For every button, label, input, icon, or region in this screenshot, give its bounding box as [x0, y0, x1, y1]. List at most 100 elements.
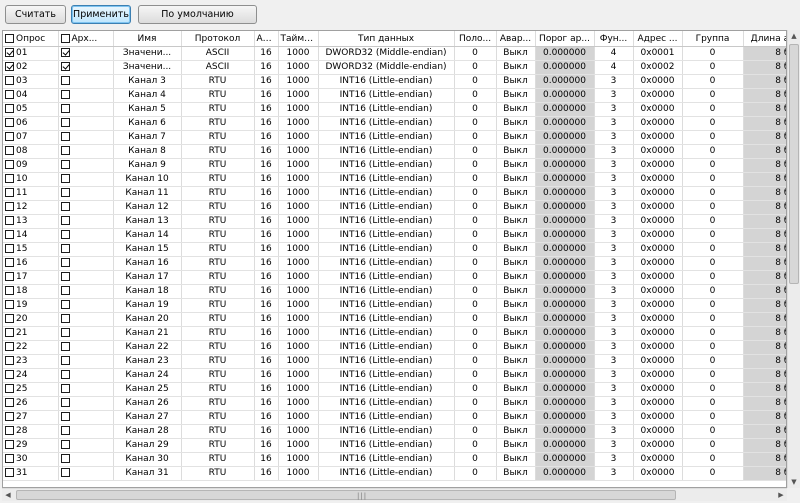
function-cell[interactable]: 3: [594, 354, 634, 369]
horizontal-scroll-thumb[interactable]: |||: [16, 490, 676, 500]
alarm-cell[interactable]: Выкл: [496, 74, 536, 89]
poll-cell[interactable]: 05: [3, 102, 59, 117]
address-cell[interactable]: 16: [254, 312, 279, 327]
address-cell[interactable]: 16: [254, 382, 279, 397]
table-row[interactable]: 23 Канал 23 RTU 16 1000 INT16 (Little-endian)…: [3, 354, 786, 369]
archive-cell[interactable]: [58, 466, 114, 481]
threshold-cell[interactable]: 0.000000: [535, 102, 595, 117]
archive-cell[interactable]: [58, 354, 114, 369]
timeout-cell[interactable]: 1000: [278, 74, 319, 89]
register-address-cell[interactable]: 0x0000: [633, 158, 683, 173]
position-cell[interactable]: 0: [454, 88, 497, 103]
channel-name-cell[interactable]: Канал 7: [113, 130, 182, 145]
poll-checkbox[interactable]: [5, 76, 14, 85]
channel-name-cell[interactable]: Канал 30: [113, 452, 182, 467]
timeout-cell[interactable]: 1000: [278, 186, 319, 201]
data-type-cell[interactable]: INT16 (Little-endian): [318, 368, 455, 383]
alarm-cell[interactable]: Выкл: [496, 116, 536, 131]
function-cell[interactable]: 3: [594, 200, 634, 215]
archive-checkbox[interactable]: [60, 160, 70, 169]
poll-checkbox[interactable]: [5, 118, 14, 127]
channel-name-cell[interactable]: Канал 28: [113, 424, 182, 439]
alarm-cell[interactable]: Выкл: [496, 298, 536, 313]
address-cell[interactable]: 16: [254, 172, 279, 187]
vertical-scroll-thumb[interactable]: [789, 44, 799, 284]
archive-cell[interactable]: [58, 382, 114, 397]
alarm-cell[interactable]: Выкл: [496, 144, 536, 159]
length-cell[interactable]: 8 бит: [743, 186, 786, 201]
archive-cell[interactable]: [58, 228, 114, 243]
archive-cell[interactable]: [58, 368, 114, 383]
poll-cell[interactable]: 27: [3, 410, 59, 425]
group-cell[interactable]: 0: [682, 214, 744, 229]
poll-cell[interactable]: 07: [3, 130, 59, 145]
poll-cell[interactable]: 11: [3, 186, 59, 201]
poll-cell[interactable]: 09: [3, 158, 59, 173]
group-cell[interactable]: 0: [682, 172, 744, 187]
address-cell[interactable]: 16: [254, 424, 279, 439]
protocol-cell[interactable]: RTU: [181, 438, 255, 453]
archive-cell[interactable]: [58, 410, 114, 425]
archive-cell[interactable]: [58, 186, 114, 201]
poll-cell[interactable]: 03: [3, 74, 59, 89]
channel-name-cell[interactable]: Канал 25: [113, 382, 182, 397]
header-register-address[interactable]: Адрес ...: [633, 31, 683, 47]
threshold-cell[interactable]: 0.000000: [535, 214, 595, 229]
position-cell[interactable]: 0: [454, 382, 497, 397]
alarm-cell[interactable]: Выкл: [496, 158, 536, 173]
group-cell[interactable]: 0: [682, 452, 744, 467]
alarm-cell[interactable]: Выкл: [496, 326, 536, 341]
address-cell[interactable]: 16: [254, 410, 279, 425]
table-row[interactable]: 29 Канал 29 RTU 16 1000 INT16 (Little-endian)…: [3, 438, 786, 453]
data-type-cell[interactable]: INT16 (Little-endian): [318, 256, 455, 271]
threshold-cell[interactable]: 0.000000: [535, 312, 595, 327]
address-cell[interactable]: 16: [254, 228, 279, 243]
alarm-cell[interactable]: Выкл: [496, 256, 536, 271]
protocol-cell[interactable]: ASCII: [181, 60, 255, 75]
table-row[interactable]: 05 Канал 5 RTU 16 1000 INT16 (Little-endian) 0…: [3, 102, 786, 117]
table-row[interactable]: 01 Значени... ASCII 16 1000 DWORD32 (Middle-e…: [3, 46, 786, 61]
data-type-cell[interactable]: INT16 (Little-endian): [318, 410, 455, 425]
length-cell[interactable]: 8 бит: [743, 424, 786, 439]
alarm-cell[interactable]: Выкл: [496, 340, 536, 355]
poll-cell[interactable]: 29: [3, 438, 59, 453]
length-cell[interactable]: 8 бит: [743, 452, 786, 467]
position-cell[interactable]: 0: [454, 270, 497, 285]
poll-cell[interactable]: 04: [3, 88, 59, 103]
select-all-archive-checkbox[interactable]: [60, 33, 70, 43]
protocol-cell[interactable]: RTU: [181, 466, 255, 481]
register-address-cell[interactable]: 0x0002: [633, 60, 683, 75]
header-poll[interactable]: Опрос: [3, 31, 59, 47]
group-cell[interactable]: 0: [682, 74, 744, 89]
alarm-cell[interactable]: Выкл: [496, 228, 536, 243]
alarm-cell[interactable]: Выкл: [496, 452, 536, 467]
address-cell[interactable]: 16: [254, 144, 279, 159]
position-cell[interactable]: 0: [454, 298, 497, 313]
register-address-cell[interactable]: 0x0000: [633, 102, 683, 117]
length-cell[interactable]: 8 бит: [743, 242, 786, 257]
archive-cell[interactable]: [58, 256, 114, 271]
table-row[interactable]: 24 Канал 24 RTU 16 1000 INT16 (Little-endian)…: [3, 368, 786, 383]
register-address-cell[interactable]: 0x0000: [633, 172, 683, 187]
timeout-cell[interactable]: 1000: [278, 102, 319, 117]
alarm-cell[interactable]: Выкл: [496, 284, 536, 299]
table-row[interactable]: 26 Канал 26 RTU 16 1000 INT16 (Little-endian)…: [3, 396, 786, 411]
address-cell[interactable]: 16: [254, 368, 279, 383]
table-row[interactable]: 30 Канал 30 RTU 16 1000 INT16 (Little-endian)…: [3, 452, 786, 467]
timeout-cell[interactable]: 1000: [278, 144, 319, 159]
protocol-cell[interactable]: RTU: [181, 326, 255, 341]
alarm-cell[interactable]: Выкл: [496, 186, 536, 201]
data-type-cell[interactable]: INT16 (Little-endian): [318, 200, 455, 215]
poll-checkbox[interactable]: [5, 216, 14, 225]
data-type-cell[interactable]: INT16 (Little-endian): [318, 452, 455, 467]
poll-checkbox[interactable]: [5, 370, 14, 379]
alarm-cell[interactable]: Выкл: [496, 424, 536, 439]
position-cell[interactable]: 0: [454, 172, 497, 187]
alarm-cell[interactable]: Выкл: [496, 46, 536, 61]
channel-name-cell[interactable]: Канал 10: [113, 172, 182, 187]
alarm-cell[interactable]: Выкл: [496, 102, 536, 117]
length-cell[interactable]: 8 бит: [743, 340, 786, 355]
position-cell[interactable]: 0: [454, 368, 497, 383]
timeout-cell[interactable]: 1000: [278, 354, 319, 369]
header-protocol[interactable]: Протокол: [181, 31, 255, 47]
